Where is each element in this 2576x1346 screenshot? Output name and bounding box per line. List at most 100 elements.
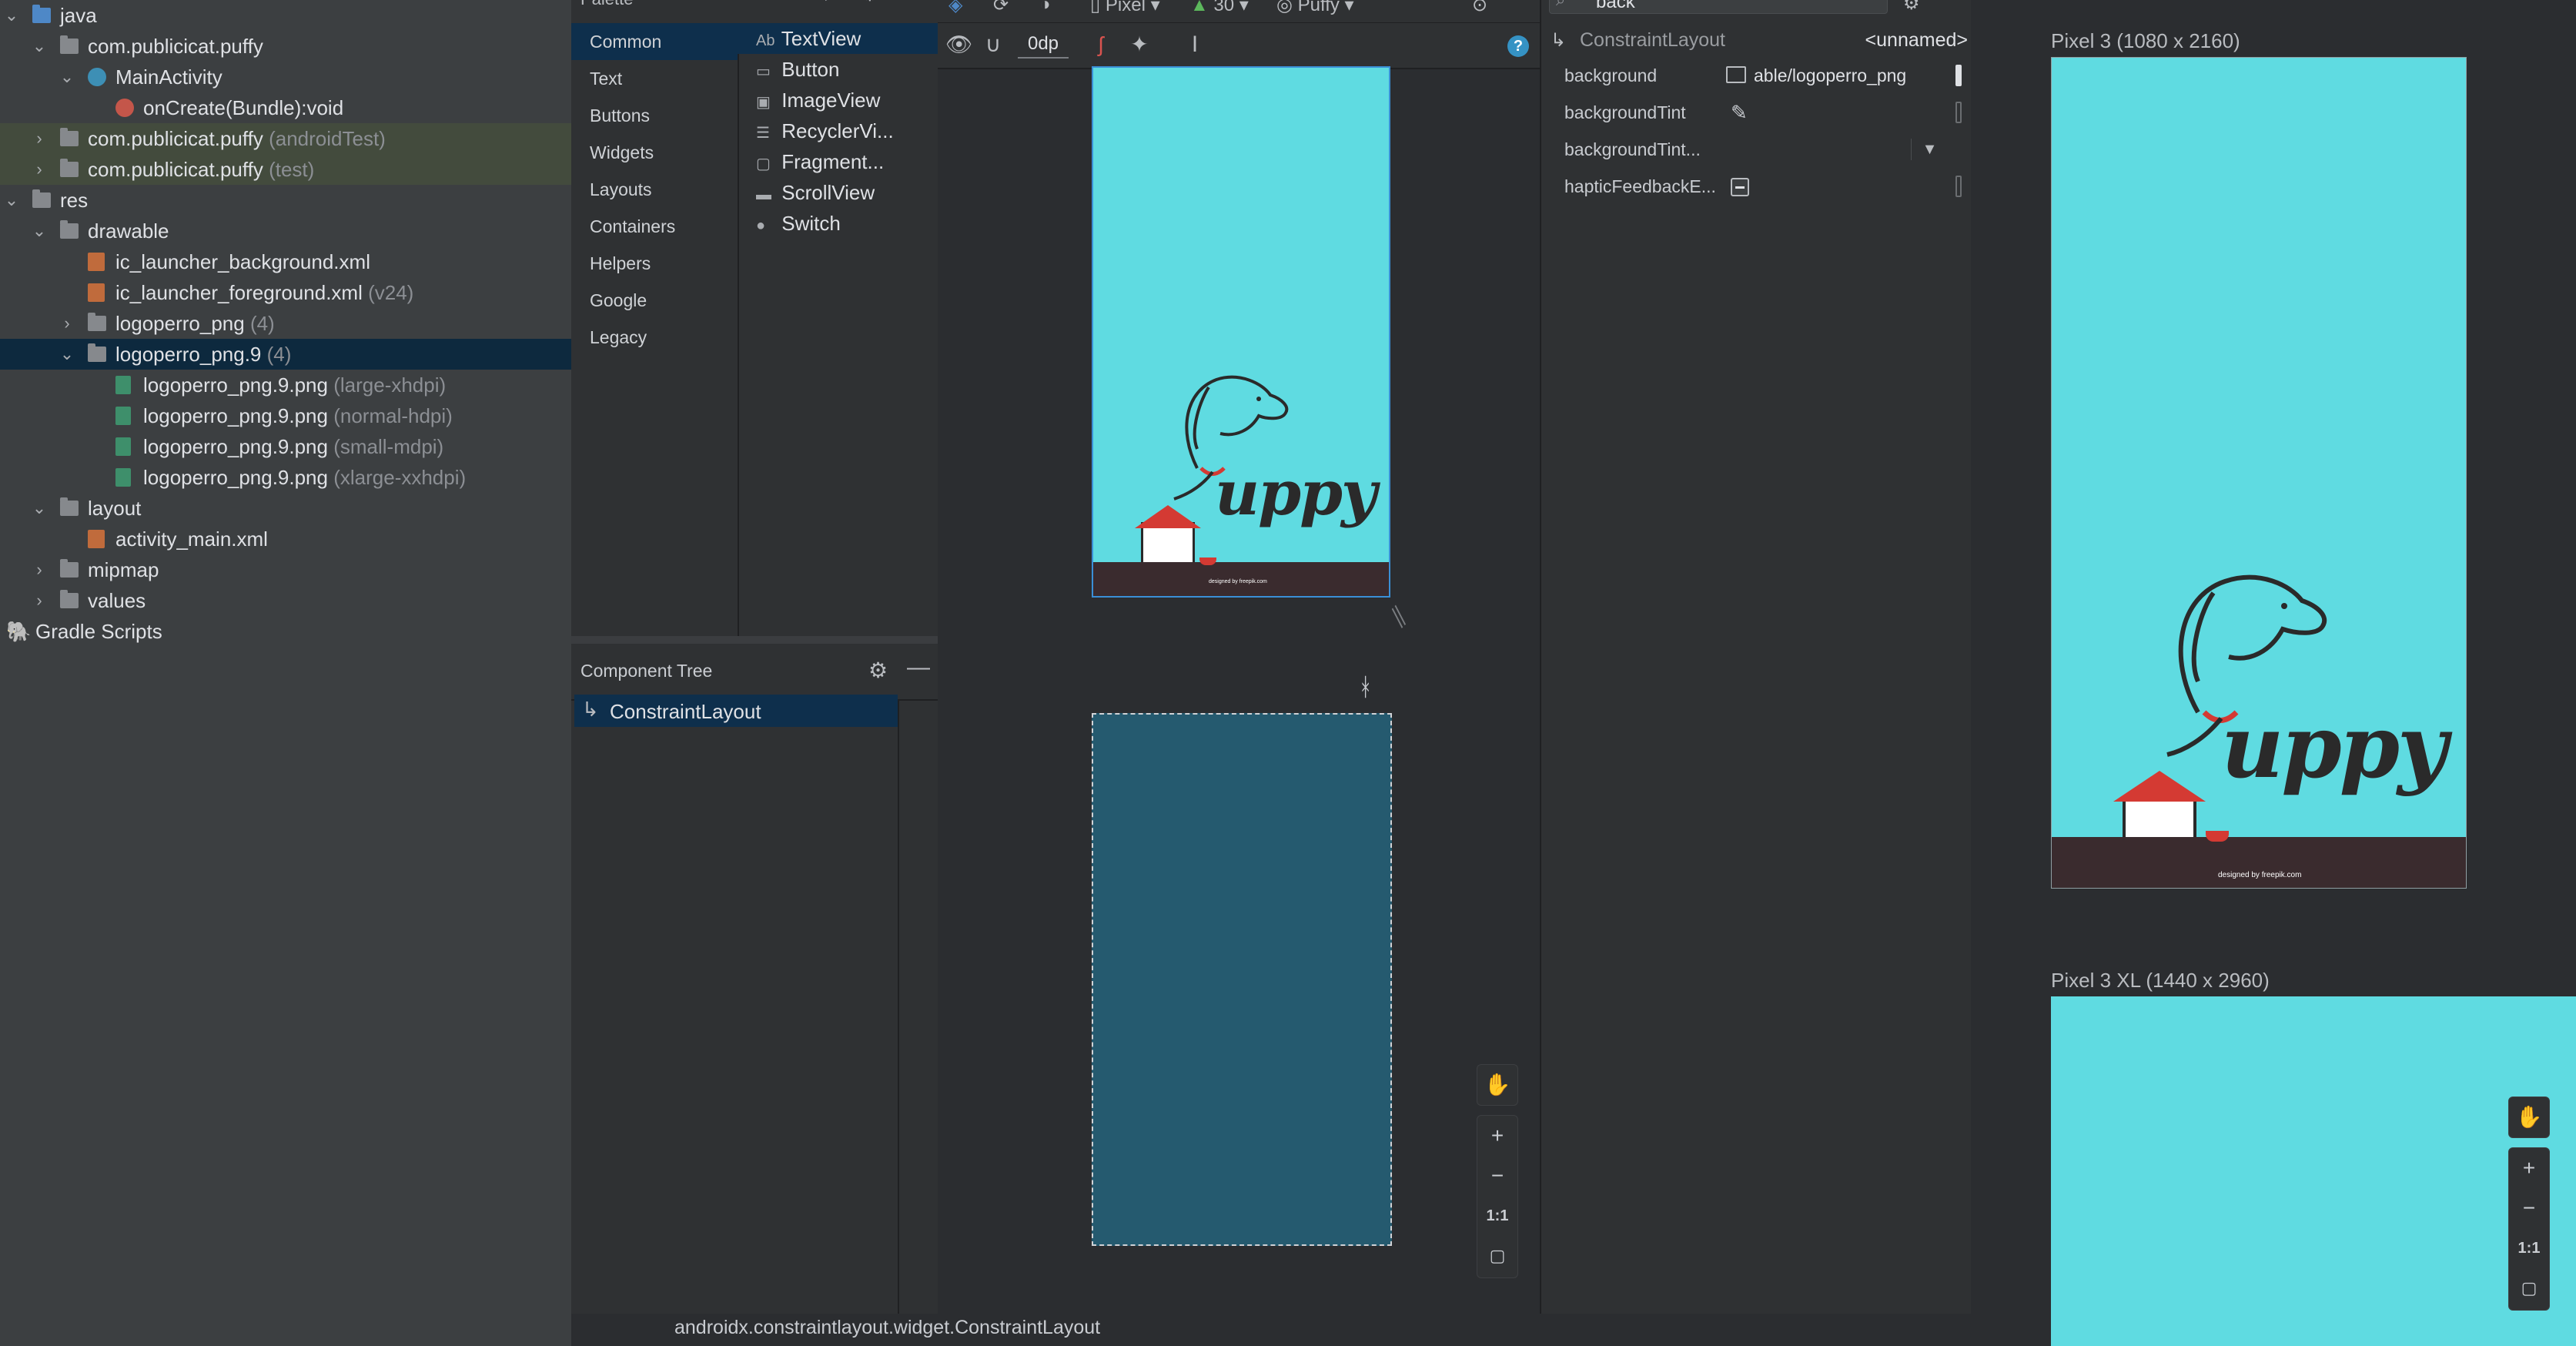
palette-item[interactable]: ▢ Fragment... — [756, 146, 938, 177]
project-tree-item[interactable]: ⌄ logoperro_png.9 (4) — [0, 339, 571, 370]
zoom-actual-button[interactable]: 1:1 — [1477, 1196, 1517, 1236]
project-tree-item[interactable]: logoperro_png.9.png (small-mdpi) — [0, 431, 571, 462]
gear-icon[interactable]: ⚙ — [868, 658, 888, 683]
chevron-down-icon[interactable]: ▼ — [1911, 139, 1948, 160]
chevron-right-icon[interactable]: › — [31, 123, 48, 154]
palette-item[interactable]: ● Switch — [756, 208, 938, 239]
theme-selector[interactable]: ◎ Puffy ▾ — [1276, 0, 1354, 16]
device-selector[interactable]: ▯ Pixel ▾ — [1090, 0, 1160, 16]
chevron-right-icon[interactable]: › — [31, 585, 48, 616]
zoom-out-button[interactable]: − — [2509, 1188, 2549, 1228]
palette-category[interactable]: Containers — [571, 208, 738, 245]
search-icon[interactable]: ⌕ — [825, 0, 847, 6]
zoom-actual-button[interactable]: 1:1 — [2509, 1228, 2549, 1268]
project-tree-item[interactable]: › com.publicicat.puffy (androidTest) — [0, 123, 571, 154]
project-tree-item[interactable]: logoperro_png.9.png (xlarge-xxhdpi) — [0, 462, 571, 493]
blueprint-screen[interactable] — [1092, 713, 1392, 1246]
project-tree-item[interactable]: ic_launcher_background.xml — [0, 246, 571, 277]
palette-item[interactable]: ▣ ImageView — [756, 85, 938, 116]
project-tree-item[interactable]: logoperro_png.9.png (large-xhdpi) — [0, 370, 571, 400]
palette-category[interactable]: Text — [571, 60, 738, 97]
eye-icon[interactable]: 👁 — [945, 31, 973, 59]
attribute-value[interactable]: able/logoperro_png — [1754, 57, 1906, 94]
eyedropper-icon[interactable]: ✎ — [1731, 94, 1748, 131]
project-tree-item[interactable]: ⌄ res — [0, 185, 571, 216]
pixel3-preview-screen[interactable]: uppy designed by freepik.com — [2051, 57, 2467, 889]
palette-item[interactable]: ▭ Button — [756, 54, 938, 85]
palette-category[interactable]: Google — [571, 282, 738, 319]
zoom-fit-icon[interactable]: ▢ — [1477, 1236, 1517, 1276]
resource-picker-handle[interactable] — [1955, 176, 1962, 197]
guidelines-icon[interactable]: Ⅰ — [1183, 31, 1207, 59]
tristate-checkbox[interactable] — [1731, 178, 1749, 196]
attribute-search-field[interactable]: ⌕ back — [1549, 0, 1888, 14]
night-mode-icon[interactable]: ◑ — [1039, 0, 1051, 15]
wrench-icon[interactable]: ᚼ — [1358, 673, 1373, 701]
pan-hand-icon[interactable]: ✋ — [2508, 1097, 2550, 1138]
attribute-row-background[interactable]: background able/logoperro_png — [1541, 57, 1972, 94]
chevron-down-icon[interactable]: ⌄ — [3, 0, 20, 31]
help-icon[interactable]: ? — [1507, 35, 1529, 57]
chevron-right-icon[interactable]: › — [31, 554, 48, 585]
palette-item[interactable]: Ab TextView — [738, 23, 938, 54]
project-tree-item[interactable]: ⌄ layout — [0, 493, 571, 524]
project-tree-item[interactable]: › mipmap — [0, 554, 571, 585]
project-tree-item[interactable]: ic_launcher_foreground.xml (v24) — [0, 277, 571, 308]
attribute-row-hapticfeedback[interactable]: hapticFeedbackE... — [1541, 168, 1972, 205]
chevron-down-icon[interactable]: ⌄ — [31, 216, 48, 246]
chevron-down-icon[interactable]: ⌄ — [59, 62, 75, 92]
project-tree-item[interactable]: › logoperro_png (4) — [0, 308, 571, 339]
project-tree-item[interactable]: ⌄ MainActivity — [0, 62, 571, 92]
zoom-fit-icon[interactable]: ▢ — [2509, 1268, 2549, 1308]
design-preview-screen[interactable]: uppy designed by freepik.com — [1092, 66, 1390, 598]
chevron-down-icon[interactable]: ⌄ — [3, 185, 20, 216]
design-canvas[interactable]: ◈ ⟳ ◑ ▯ Pixel ▾ ▲ 30 ▾ ◎ Puffy ▾ ⊙ 👁 ∪ 0… — [938, 0, 1540, 1314]
palette-item[interactable]: ☰ RecyclerVi... — [756, 116, 938, 146]
palette-item[interactable]: ▬ ScrollView — [756, 177, 938, 208]
api-selector[interactable]: ▲ 30 ▾ — [1190, 0, 1249, 16]
pixel3xl-preview-screen[interactable] — [2051, 996, 2576, 1346]
gear-icon[interactable]: ⚙ — [862, 0, 884, 6]
component-id[interactable]: <unnamed> — [1865, 29, 1968, 52]
project-tree-item[interactable]: › com.publicicat.puffy (test) — [0, 154, 571, 185]
project-tree-item[interactable]: logoperro_png.9.png (normal-hdpi) — [0, 400, 571, 431]
attribute-row-backgroundtint[interactable]: backgroundTint ✎ — [1541, 94, 1972, 131]
gear-icon[interactable]: ⚙ — [1903, 0, 1920, 15]
zoom-out-button[interactable]: − — [1477, 1156, 1517, 1196]
clear-constraints-icon[interactable]: ʃ — [1089, 31, 1113, 59]
chevron-down-icon[interactable]: ⌄ — [31, 31, 48, 62]
project-tree-item[interactable]: activity_main.xml — [0, 524, 571, 554]
palette-category[interactable]: Helpers — [571, 245, 738, 282]
chevron-right-icon[interactable]: › — [59, 308, 75, 339]
resize-handle-icon[interactable]: ⫽ — [1383, 601, 1416, 634]
palette-category[interactable]: Layouts — [571, 171, 738, 208]
warnings-icon[interactable]: ⊙ — [1472, 0, 1487, 16]
orientation-icon[interactable]: ⟳ — [993, 0, 1009, 16]
minimize-icon[interactable]: — — [907, 655, 930, 681]
magnet-icon[interactable]: ∪ — [981, 31, 1005, 59]
zoom-in-button[interactable]: + — [1477, 1116, 1517, 1156]
project-tree-item[interactable]: ⌄ java — [0, 0, 571, 31]
palette-category[interactable]: Common — [571, 23, 738, 60]
palette-category[interactable]: Buttons — [571, 97, 738, 134]
palette-resize-handle[interactable] — [571, 636, 938, 644]
project-tree-item[interactable]: 🐘 Gradle Scripts — [0, 616, 571, 647]
project-tree-item[interactable]: › values — [0, 585, 571, 616]
infer-constraints-icon[interactable]: ✦ — [1127, 31, 1152, 59]
resource-picker-handle[interactable] — [1955, 65, 1962, 86]
default-margin-field[interactable]: 0dp — [1018, 29, 1069, 59]
image-icon[interactable] — [1726, 66, 1746, 83]
project-tree-item[interactable]: onCreate(Bundle):void — [0, 92, 571, 123]
resource-picker-handle[interactable] — [1955, 102, 1962, 123]
palette-category[interactable]: Legacy — [571, 319, 738, 356]
chevron-right-icon[interactable]: › — [31, 154, 48, 185]
project-tree-item[interactable]: ⌄ com.publicicat.puffy — [0, 31, 571, 62]
chevron-down-icon[interactable]: ⌄ — [59, 339, 75, 370]
chevron-down-icon[interactable]: ⌄ — [31, 493, 48, 524]
design-mode-icon[interactable]: ◈ — [948, 0, 962, 16]
zoom-in-button[interactable]: + — [2509, 1148, 2549, 1188]
project-tree-item[interactable]: ⌄ drawable — [0, 216, 571, 246]
pan-hand-icon[interactable]: ✋ — [1477, 1064, 1518, 1106]
attribute-row-backgroundtintmode[interactable]: backgroundTint... ▼ — [1541, 131, 1972, 168]
component-tree-row[interactable]: ↳ ConstraintLayout — [574, 695, 898, 727]
